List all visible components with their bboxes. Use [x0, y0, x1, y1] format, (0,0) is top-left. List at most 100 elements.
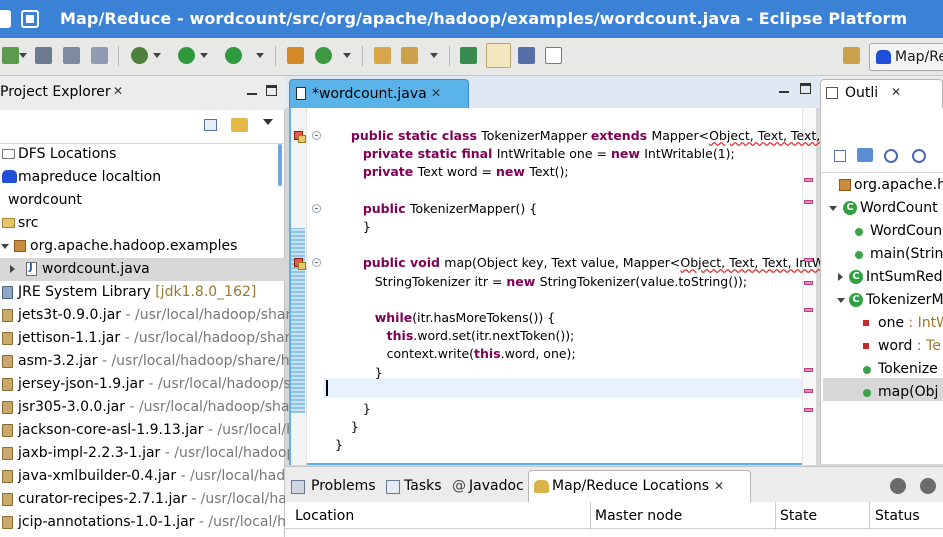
- tree-item[interactable]: jackson-core-asl-1.9.13.jar - /usr/local…: [0, 419, 290, 442]
- outline-item[interactable]: Tokenize: [823, 358, 943, 381]
- error-marker-icon[interactable]: [294, 258, 306, 271]
- hide-static-icon[interactable]: [912, 149, 926, 163]
- print-icon[interactable]: [91, 47, 108, 64]
- code-editor[interactable]: public static class TokenizerMapper exte…: [289, 108, 853, 465]
- tree-item[interactable]: DFS Locations: [0, 143, 290, 166]
- mark-occurrences-icon[interactable]: [486, 43, 511, 68]
- tab-tasks[interactable]: Tasks: [404, 478, 442, 494]
- tree-item[interactable]: jettison-1.1.jar - /usr/local/hadoop/sha…: [0, 327, 290, 350]
- overview-marker[interactable]: [804, 368, 813, 372]
- outline-item[interactable]: one : IntW: [823, 312, 943, 335]
- run-dropdown-icon[interactable]: [200, 53, 208, 58]
- close-icon[interactable]: ✕: [113, 84, 123, 98]
- new-package-dropdown-icon[interactable]: [343, 53, 351, 58]
- maximize-window-button[interactable]: [21, 10, 39, 28]
- overview-marker[interactable]: [804, 178, 813, 182]
- new-package-icon[interactable]: [315, 47, 332, 64]
- tree-item[interactable]: mapreduce localtion: [0, 166, 290, 189]
- minimize-icon[interactable]: [247, 93, 257, 95]
- tree-item[interactable]: curator-recipes-2.7.1.jar - /usr/local/h…: [0, 488, 290, 511]
- project-explorer-tab[interactable]: Project Explorer: [0, 84, 111, 100]
- save-all-icon[interactable]: [63, 47, 80, 64]
- col-location[interactable]: Location: [295, 508, 354, 524]
- collapse-all-icon[interactable]: [834, 150, 846, 162]
- col-status[interactable]: Status: [875, 508, 920, 524]
- outline-item[interactable]: map(Obj: [823, 381, 943, 404]
- run-external-icon[interactable]: [225, 47, 242, 64]
- expand-arrow-icon[interactable]: [10, 265, 15, 273]
- overview-marker[interactable]: [804, 389, 813, 393]
- close-icon[interactable]: ✕: [714, 479, 724, 493]
- outline-item[interactable]: WordCoun: [823, 220, 943, 243]
- search-icon[interactable]: [401, 47, 418, 64]
- tree-item[interactable]: org.apache.hadoop.examples: [0, 235, 290, 258]
- link-with-editor-icon[interactable]: [231, 118, 248, 132]
- tab-javadoc[interactable]: Javadoc: [469, 478, 524, 494]
- collapse-all-icon[interactable]: [204, 119, 217, 131]
- search-dropdown-icon[interactable]: [430, 53, 438, 58]
- tree-item[interactable]: jersey-json-1.9.jar - /usr/local/hadoop/…: [0, 373, 290, 396]
- error-marker-icon[interactable]: [294, 131, 306, 143]
- expand-arrow-icon[interactable]: [837, 298, 845, 303]
- tree-item[interactable]: asm-3.2.jar - /usr/local/hadoop/share/h: [0, 350, 290, 373]
- tree-item[interactable]: src: [0, 212, 290, 235]
- editor-tab-wordcount[interactable]: *wordcount.java ✕: [289, 79, 469, 109]
- expand-arrow-icon[interactable]: [838, 273, 843, 281]
- tree-item[interactable]: JRE System Library [jdk1.8.0_162]: [0, 281, 290, 304]
- fold-collapse-icon[interactable]: [312, 131, 321, 140]
- tree-item[interactable]: java-xmlbuilder-0.4.jar - /usr/local/had…: [0, 465, 290, 488]
- new-dropdown-icon[interactable]: [19, 53, 27, 58]
- outline-item[interactable]: C WordCount: [823, 197, 943, 220]
- outline-item[interactable]: C IntSumRed: [823, 266, 943, 289]
- sort-icon[interactable]: [857, 148, 873, 162]
- perspective-mapreduce-button[interactable]: Map/Re: [869, 43, 943, 71]
- fold-collapse-icon[interactable]: [312, 203, 321, 213]
- outline-tab[interactable]: Outli ✕: [820, 79, 943, 109]
- block-selection-icon[interactable]: [518, 47, 535, 64]
- close-icon[interactable]: ✕: [891, 85, 901, 99]
- tree-item[interactable]: jsr305-3.0.0.jar - /usr/local/hadoop/sha…: [0, 396, 290, 419]
- tab-problems[interactable]: Problems: [311, 478, 376, 494]
- fold-collapse-icon[interactable]: [312, 258, 321, 268]
- debug-dropdown-icon[interactable]: [153, 53, 161, 58]
- new-icon[interactable]: [2, 47, 19, 64]
- new-location-icon[interactable]: [890, 478, 906, 494]
- col-master-node[interactable]: Master node: [595, 508, 682, 524]
- overview-marker[interactable]: [804, 281, 813, 285]
- close-icon[interactable]: ✕: [431, 86, 441, 100]
- open-type-icon[interactable]: [374, 47, 391, 64]
- open-perspective-icon[interactable]: [843, 47, 860, 64]
- overview-marker[interactable]: [804, 258, 813, 262]
- col-state[interactable]: State: [780, 508, 817, 524]
- tree-item[interactable]: wordcount.java: [0, 258, 290, 281]
- toggle-breadcrumb-icon[interactable]: [460, 47, 477, 64]
- outline-item[interactable]: main(Strin: [823, 243, 943, 266]
- debug-icon[interactable]: [131, 47, 148, 64]
- outline-item[interactable]: word : Te: [823, 335, 943, 358]
- tree-item[interactable]: jets3t-0.9.0.jar - /usr/local/hadoop/sha…: [0, 304, 290, 327]
- tree-item[interactable]: jcip-annotations-1.0-1.jar - /usr/local/…: [0, 511, 290, 534]
- expand-arrow-icon[interactable]: [829, 206, 837, 211]
- new-class-icon[interactable]: [287, 47, 304, 64]
- external-dropdown-icon[interactable]: [256, 53, 264, 58]
- outline-item[interactable]: C TokenizerM: [823, 289, 943, 312]
- edit-location-icon[interactable]: [920, 478, 936, 494]
- outline-item[interactable]: org.apache.h: [823, 174, 943, 197]
- overview-marker[interactable]: [804, 308, 813, 312]
- tree-item[interactable]: wordcount: [0, 189, 290, 212]
- hide-fields-icon[interactable]: [884, 149, 898, 163]
- overview-marker[interactable]: [804, 200, 813, 204]
- minimize-icon[interactable]: [779, 91, 789, 93]
- outline-item-label: org.apache.h: [854, 177, 943, 193]
- view-menu-icon[interactable]: [263, 119, 273, 125]
- run-icon[interactable]: [178, 47, 195, 64]
- overview-marker[interactable]: [804, 408, 813, 412]
- save-icon[interactable]: [35, 47, 52, 64]
- close-window-button[interactable]: [0, 10, 11, 28]
- maximize-icon[interactable]: [800, 83, 811, 94]
- tab-mapreduce-locations[interactable]: Map/Reduce Locations: [552, 478, 709, 494]
- tree-item[interactable]: jaxb-impl-2.2.3-1.jar - /usr/local/hadoo…: [0, 442, 290, 465]
- show-whitespace-icon[interactable]: [545, 47, 562, 64]
- expand-arrow-icon[interactable]: [1, 244, 9, 249]
- maximize-icon[interactable]: [266, 85, 277, 96]
